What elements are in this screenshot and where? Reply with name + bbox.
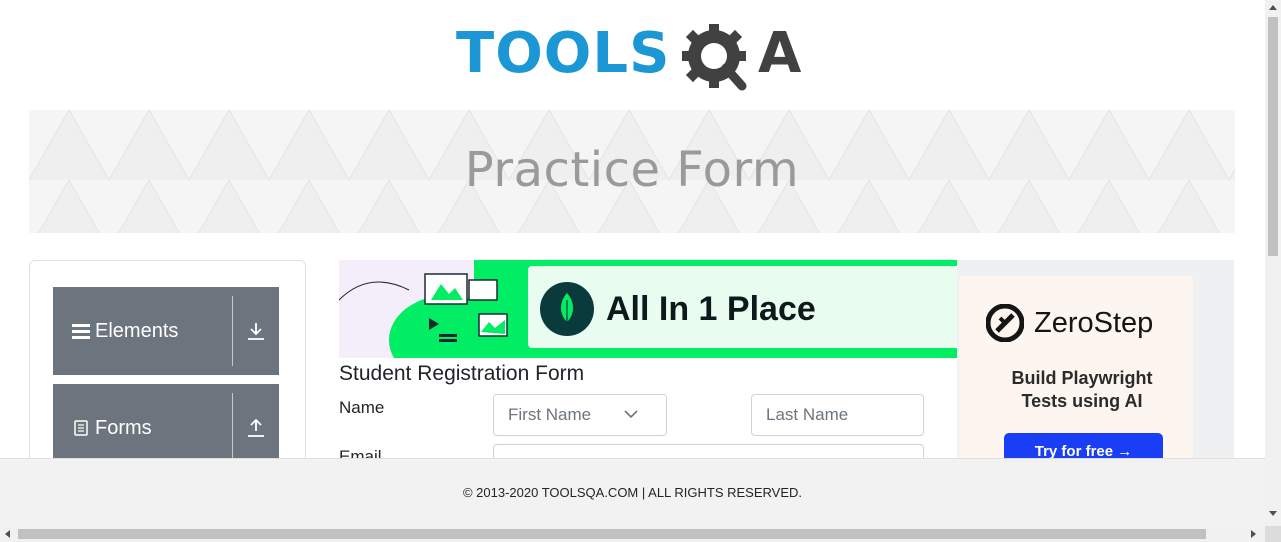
ad-banner[interactable]: All In 1 Place xyxy=(339,260,957,358)
vertical-scroll-thumb[interactable] xyxy=(1268,17,1278,256)
vertical-scrollbar[interactable] xyxy=(1265,0,1281,526)
page-title: Practice Form xyxy=(464,142,800,198)
footer: © 2013-2020 TOOLSQA.COM | ALL RIGHTS RES… xyxy=(0,458,1265,526)
scroll-up-arrow-icon[interactable] xyxy=(1269,4,1277,10)
upload-arrow-icon xyxy=(233,419,279,437)
download-arrow-icon xyxy=(233,322,279,340)
ad-headline: All In 1 Place xyxy=(606,290,816,328)
nav-group-label: Elements xyxy=(95,319,179,342)
toolsqa-logo[interactable]: TOOLS A xyxy=(456,24,812,100)
scroll-right-arrow-icon[interactable] xyxy=(1251,530,1257,538)
first-name-input[interactable]: First Name xyxy=(493,394,667,436)
ad-subtitle-line1: Build Playwright xyxy=(1011,368,1153,388)
page: TOOLS A Practice Form Elements Forms All… xyxy=(0,0,1265,526)
zerostep-icon xyxy=(986,304,1024,342)
first-name-placeholder: First Name xyxy=(508,405,592,424)
chevron-down-icon xyxy=(624,410,638,419)
document-icon xyxy=(71,418,91,438)
name-label: Name xyxy=(339,398,385,417)
logo-text-a: A xyxy=(758,21,802,86)
form-title: Student Registration Form xyxy=(339,362,585,385)
scroll-down-arrow-icon[interactable] xyxy=(1269,511,1277,517)
hamburger-icon xyxy=(71,321,91,341)
ad-subtitle: Build Playwright Tests using AI xyxy=(987,367,1177,413)
scrollbar-corner xyxy=(1265,526,1281,542)
zerostep-brand: ZeroStep xyxy=(1034,306,1154,339)
zerostep-logo: ZeroStep xyxy=(986,304,1153,342)
last-name-placeholder: Last Name xyxy=(766,405,849,424)
copyright-text: © 2013-2020 TOOLSQA.COM | ALL RIGHTS RES… xyxy=(462,485,803,500)
horizontal-scroll-thumb[interactable] xyxy=(18,529,1206,539)
horizontal-scrollbar[interactable] xyxy=(0,526,1265,542)
nav-group-elements[interactable]: Elements xyxy=(53,287,279,375)
logo-text-tools: TOOLS xyxy=(456,21,671,86)
page-banner: Practice Form xyxy=(29,110,1235,233)
scroll-left-arrow-icon[interactable] xyxy=(4,530,10,538)
ad-subtitle-line2: Tests using AI xyxy=(1021,391,1143,411)
side-ad[interactable] xyxy=(957,260,1234,460)
gear-magnifier-icon xyxy=(682,24,747,91)
last-name-input[interactable]: Last Name xyxy=(751,394,924,436)
leaf-logo-icon xyxy=(540,282,594,336)
nav-group-label: Forms xyxy=(95,416,152,439)
